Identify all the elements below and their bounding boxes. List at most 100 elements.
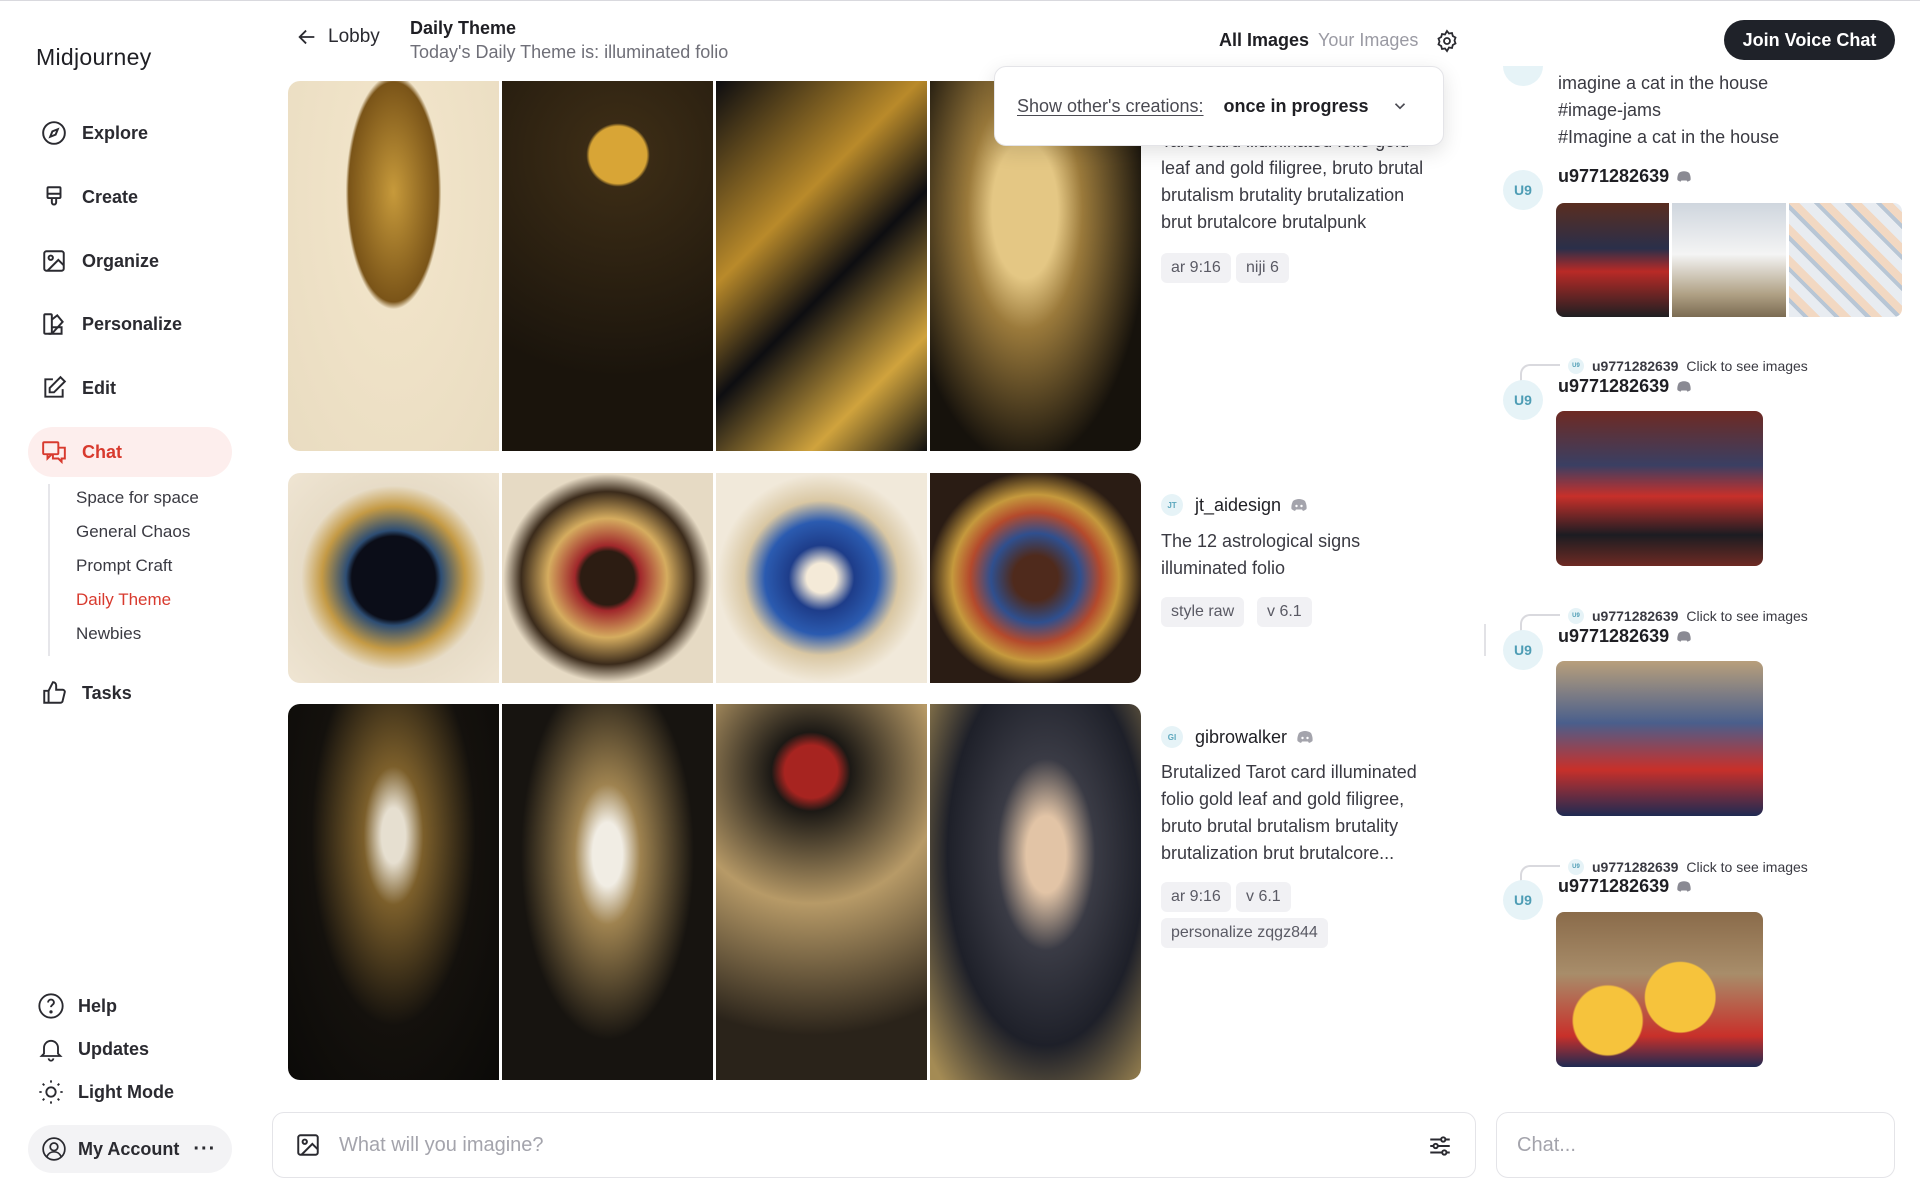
sidebar-item-label: Create (82, 186, 139, 207)
reply-hint: Click to see images (1686, 859, 1808, 875)
prompt-text: Brutalized Tarot card illuminated folio … (1161, 759, 1451, 867)
updates-link[interactable]: Updates (36, 1034, 149, 1064)
param-chip[interactable]: personalize zqgz844 (1161, 918, 1328, 948)
avatar: U9 (1568, 859, 1584, 875)
avatar[interactable]: U9 (1503, 630, 1543, 670)
prompt-line: leaf and gold filigree, bruto brutal (1161, 158, 1424, 178)
sidebar-item-explore[interactable]: Explore (28, 108, 232, 158)
chat-image[interactable] (1672, 203, 1786, 317)
param-chip[interactable]: ar 9:16 (1161, 253, 1231, 283)
brush-icon (40, 183, 68, 211)
generated-image[interactable] (716, 704, 927, 1080)
reply-username: u9771282639 (1592, 358, 1679, 374)
page-title: Daily Theme (410, 18, 517, 38)
avatar[interactable]: U9 (1503, 380, 1543, 420)
brand-logo[interactable]: Midjourney (36, 44, 152, 71)
tab-your-images[interactable]: Your Images (1318, 30, 1418, 51)
back-to-lobby[interactable]: Lobby (296, 26, 380, 48)
avatar[interactable]: U9 (1503, 170, 1543, 210)
param-chip[interactable]: ar 9:16 (1161, 882, 1231, 912)
avatar[interactable]: U9 (1503, 880, 1543, 920)
username: u9771282639 (1558, 876, 1670, 896)
chat-image-strip[interactable] (1556, 203, 1902, 317)
sidebar-item-chat[interactable]: Chat (28, 427, 232, 477)
author-name: jt_aidesign (1195, 494, 1282, 515)
chat-image[interactable] (1556, 203, 1670, 317)
join-voice-chat-button[interactable]: Join Voice Chat (1724, 20, 1895, 60)
chat-line: #image-jams (1558, 100, 1662, 120)
generated-image[interactable] (716, 81, 927, 451)
chat-image[interactable] (1788, 203, 1902, 317)
sidebar-item-label: Chat (82, 441, 122, 462)
chat-username[interactable]: u9771282639 (1558, 876, 1691, 897)
prompt-line: bruto brutal brutalism brutality (1161, 816, 1399, 836)
generated-image[interactable] (502, 473, 713, 683)
generated-image[interactable] (502, 81, 713, 451)
scroll-divider (1484, 624, 1486, 656)
channel-general-chaos[interactable]: General Chaos (76, 522, 190, 542)
palette-icon (40, 310, 68, 338)
chat-image[interactable] (1556, 661, 1763, 816)
settings-gear-icon[interactable] (1434, 28, 1460, 54)
channel-daily-theme[interactable]: Daily Theme (76, 590, 171, 610)
settings-sliders-icon[interactable] (1427, 1133, 1453, 1159)
discord-icon (1677, 381, 1691, 392)
edit-icon (40, 374, 68, 402)
image-icon (40, 247, 68, 275)
chat-image[interactable] (1556, 411, 1763, 566)
bell-icon (36, 1034, 66, 1064)
generated-image[interactable] (930, 704, 1141, 1080)
username: u9771282639 (1558, 166, 1670, 186)
author-row[interactable]: GI gibrowalker (1161, 726, 1313, 748)
chat-username[interactable]: u9771282639 (1558, 166, 1691, 187)
sidebar-item-personalize[interactable]: Personalize (28, 299, 232, 349)
imagine-input[interactable] (339, 1133, 1389, 1157)
param-chip[interactable]: v 6.1 (1257, 597, 1312, 627)
prompt-line: brutalization brut brutalcore... (1161, 843, 1395, 863)
chat-image[interactable] (1556, 912, 1763, 1067)
param-chip[interactable]: style raw (1161, 597, 1245, 627)
image-upload-icon[interactable] (295, 1132, 321, 1158)
generated-image[interactable] (502, 704, 713, 1080)
thumbs-up-icon (40, 679, 68, 707)
param-chip[interactable]: niji 6 (1236, 253, 1289, 283)
avatar: U9 (1568, 358, 1584, 374)
generated-image[interactable] (288, 704, 499, 1080)
chat-username[interactable]: u9771282639 (1558, 376, 1691, 397)
author-row[interactable]: JT jt_aidesign (1161, 494, 1307, 516)
generated-image[interactable] (716, 473, 927, 683)
light-mode-toggle[interactable]: Light Mode (36, 1077, 174, 1107)
chevron-down-icon[interactable] (1391, 97, 1409, 115)
filter-dropdown[interactable]: Show other's creations: once in progress (994, 66, 1444, 146)
discord-icon (1677, 881, 1691, 892)
sidebar-item-label: Explore (82, 122, 149, 143)
reply-username: u9771282639 (1592, 859, 1679, 875)
tab-all-images[interactable]: All Images (1219, 30, 1309, 51)
sidebar-item-organize[interactable]: Organize (28, 236, 232, 286)
discord-icon (1291, 499, 1307, 511)
avatar: U9 (1568, 608, 1584, 624)
chat-username[interactable]: u9771282639 (1558, 626, 1691, 647)
sidebar-item-create[interactable]: Create (28, 172, 232, 222)
username: u9771282639 (1558, 626, 1670, 646)
generated-image[interactable] (288, 473, 499, 683)
prompt-line: brut brutalcore brutalpunk (1161, 212, 1367, 232)
channel-newbies[interactable]: Newbies (76, 624, 141, 644)
my-account-button[interactable]: My Account ··· (28, 1125, 232, 1173)
channel-prompt-craft[interactable]: Prompt Craft (76, 556, 172, 576)
more-icon[interactable]: ··· (193, 1138, 216, 1161)
generated-image[interactable] (288, 81, 499, 451)
help-link[interactable]: Help (36, 991, 117, 1021)
light-mode-label: Light Mode (78, 1081, 174, 1102)
channel-space-for-space[interactable]: Space for space (76, 488, 199, 508)
chat-input[interactable] (1517, 1133, 1867, 1157)
avatar (1503, 66, 1543, 86)
top-border (0, 0, 1920, 1)
sidebar-item-tasks[interactable]: Tasks (28, 668, 232, 718)
filter-value[interactable]: once in progress (1224, 96, 1369, 117)
param-chip[interactable]: v 6.1 (1236, 882, 1291, 912)
sidebar-item-edit[interactable]: Edit (28, 363, 232, 413)
generated-image[interactable] (930, 473, 1141, 683)
image-row-2 (288, 473, 1141, 683)
imagine-bar (272, 1112, 1476, 1178)
